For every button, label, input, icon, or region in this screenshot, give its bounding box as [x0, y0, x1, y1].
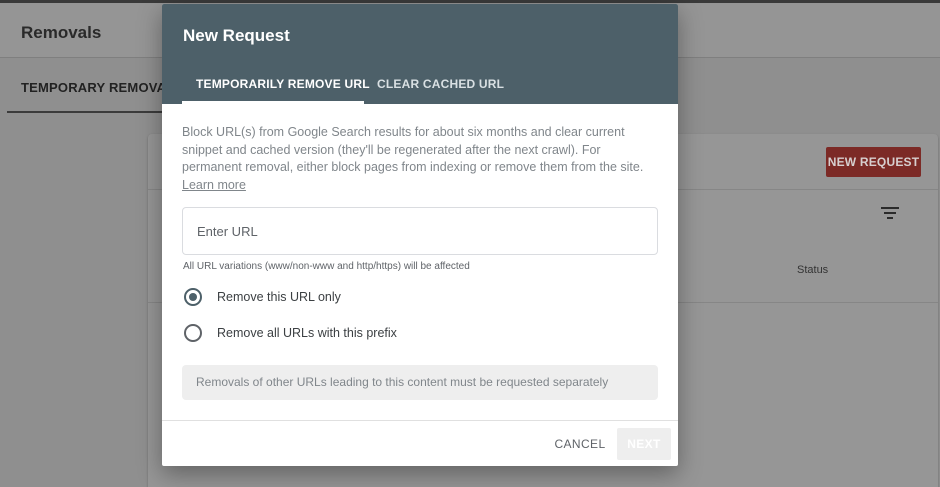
filter-icon[interactable]: [881, 207, 899, 221]
url-variations-hint: All URL variations (www/non-www and http…: [183, 261, 470, 272]
cancel-button[interactable]: CANCEL: [550, 428, 610, 460]
description-text: Block URL(s) from Google Search results …: [182, 125, 644, 174]
option-remove-url-only[interactable]: Remove this URL only: [184, 287, 341, 307]
option-remove-prefix[interactable]: Remove all URLs with this prefix: [184, 323, 397, 343]
new-request-button[interactable]: NEW REQUEST: [826, 147, 921, 177]
active-tab-indicator: [182, 101, 364, 104]
dialog-header: New Request TEMPORARILY REMOVE URL CLEAR…: [162, 4, 678, 104]
tab-temporarily-remove-url[interactable]: TEMPORARILY REMOVE URL: [196, 77, 370, 91]
tab-temporary-removals[interactable]: TEMPORARY REMOVALS: [21, 80, 183, 95]
status-column-header: Status: [797, 264, 829, 276]
dialog-title: New Request: [183, 26, 290, 45]
radio-checked-icon[interactable]: [184, 288, 202, 306]
radio-unchecked-icon[interactable]: [184, 324, 202, 342]
dialog-description: Block URL(s) from Google Search results …: [182, 124, 652, 194]
new-request-dialog: New Request TEMPORARILY REMOVE URL CLEAR…: [162, 4, 678, 466]
option-label: Remove all URLs with this prefix: [217, 326, 397, 340]
tab-underline: [7, 111, 167, 113]
learn-more-link[interactable]: Learn more: [182, 178, 246, 192]
info-note: Removals of other URLs leading to this c…: [182, 365, 658, 400]
option-label: Remove this URL only: [217, 290, 341, 304]
footer-divider: [162, 420, 678, 421]
next-button[interactable]: NEXT: [617, 428, 671, 460]
tab-clear-cached-url[interactable]: CLEAR CACHED URL: [377, 77, 504, 91]
url-input[interactable]: [182, 207, 658, 255]
page-title: Removals: [21, 23, 102, 42]
